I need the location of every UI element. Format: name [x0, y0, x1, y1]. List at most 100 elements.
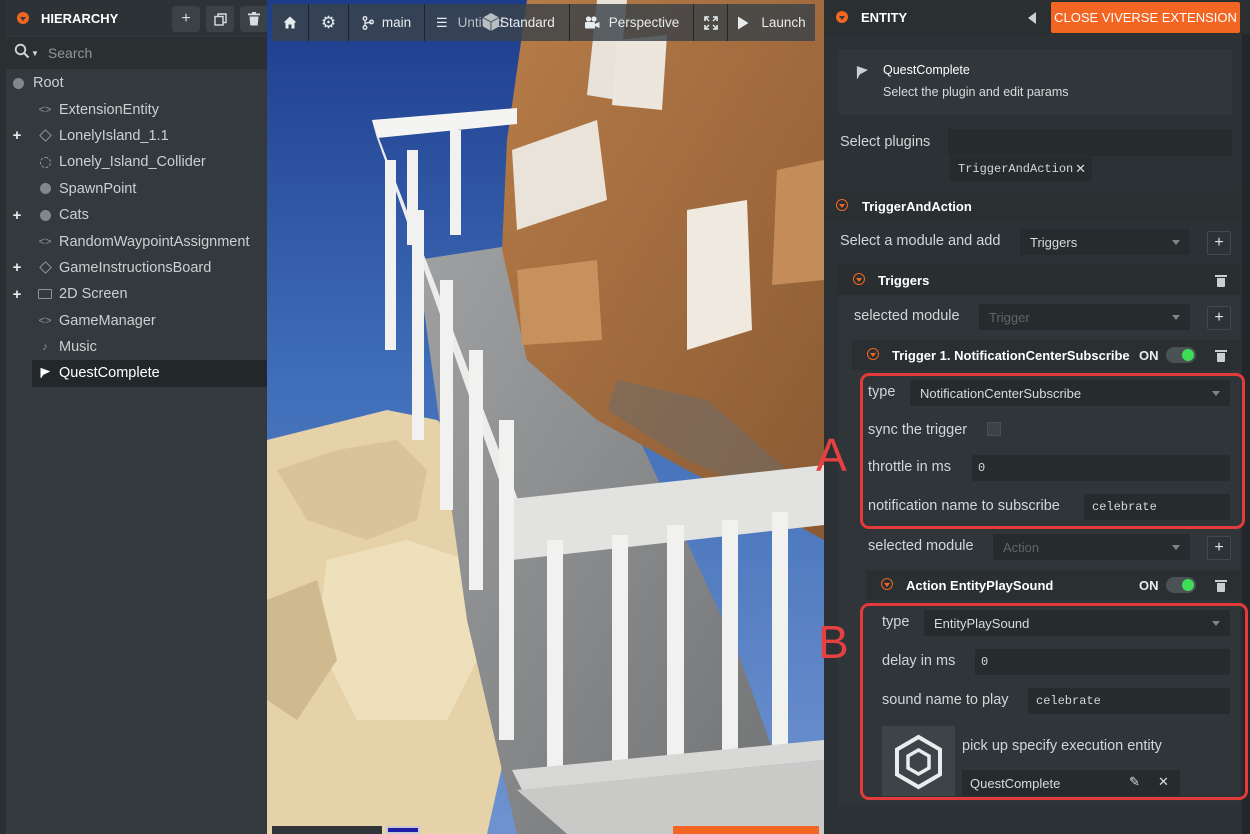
expand-plus-icon[interactable]: + — [10, 127, 24, 144]
tree-item-label: Root — [33, 75, 64, 92]
scene-render — [267, 0, 824, 834]
viewport-bottom-orange-button[interactable] — [673, 826, 819, 834]
module-dropdown-value: Triggers — [1030, 234, 1078, 250]
trigger-on-label: ON — [1139, 348, 1159, 363]
collapse-action-icon[interactable] — [881, 578, 893, 590]
tree-item-label: Cats — [59, 207, 89, 224]
tree-item-gameinstructions[interactable]: + GameInstructionsBoard — [6, 255, 267, 281]
add-entity-button[interactable]: + — [172, 6, 200, 32]
trigger-module-value: Trigger — [989, 309, 1030, 325]
cube-icon — [482, 12, 500, 32]
viewport-bottom-blue-swatch — [386, 826, 420, 834]
triggers-section-header[interactable]: Triggers — [838, 265, 1240, 295]
viewport-toolbar: ⚙ main ☰ Untitled Standard Perspective L… — [272, 4, 815, 41]
add-module-button[interactable]: + — [1207, 231, 1231, 255]
play-icon — [738, 16, 749, 29]
branch-button[interactable]: main — [349, 4, 425, 41]
scene-viewport[interactable] — [267, 0, 824, 834]
entity-info-card: QuestComplete Select the plugin and edit… — [838, 49, 1232, 115]
close-viverse-extension-button[interactable]: CLOSE VIVERSE EXTENSION — [1051, 2, 1240, 33]
launch-button[interactable]: Launch — [728, 4, 815, 41]
plugin-tag[interactable]: TriggerAndAction ✕ — [950, 157, 1092, 181]
trigger-header[interactable]: Trigger 1. NotificationCenterSubscribe O… — [852, 340, 1240, 370]
search-options-caret-icon[interactable]: ▼ — [31, 49, 39, 58]
mode-label: Standard — [500, 15, 555, 30]
tree-item-label: LonelyIsland_1.1 — [59, 127, 169, 144]
plugin-section-header[interactable]: TriggerAndAction — [824, 191, 1240, 221]
search-icon[interactable] — [14, 43, 30, 63]
plus-icon: + — [1214, 539, 1224, 556]
entity-name: QuestComplete — [883, 63, 970, 77]
action-selected-module-label: selected module — [868, 538, 974, 554]
collapse-left-icon[interactable] — [1028, 12, 1036, 24]
plus-icon: + — [1214, 309, 1224, 326]
collapse-panel-icon[interactable] — [836, 11, 848, 23]
fullscreen-button[interactable] — [694, 4, 728, 41]
tree-item-label: Music — [59, 339, 97, 356]
action-module-dropdown[interactable]: Action — [993, 534, 1190, 560]
tree-item-randomwaypoint[interactable]: <> RandomWaypointAssignment — [6, 228, 267, 254]
expand-icon — [703, 15, 718, 30]
tree-item-label: QuestComplete — [59, 365, 160, 382]
camera-label: Perspective — [608, 15, 680, 30]
tree-item-gamemanager[interactable]: <> GameManager — [6, 308, 267, 334]
collapse-section-icon[interactable] — [836, 199, 848, 211]
tree-item-cats[interactable]: + Cats — [6, 202, 267, 228]
trash-icon — [248, 12, 260, 26]
dashed-circle-icon — [38, 155, 52, 169]
circle-icon — [11, 76, 25, 90]
add-trigger-button[interactable]: + — [1207, 306, 1231, 330]
trash-icon[interactable] — [1215, 274, 1227, 287]
trash-icon[interactable] — [1215, 579, 1227, 592]
tree-item-lonelyisland[interactable]: + LonelyIsland_1.1 — [6, 123, 267, 149]
branch-label: main — [381, 15, 412, 30]
remove-tag-icon[interactable]: ✕ — [1075, 161, 1086, 177]
branch-icon — [362, 15, 374, 30]
tree-item-spawnpoint[interactable]: SpawnPoint — [6, 176, 267, 202]
tree-item-root[interactable]: Root — [6, 70, 267, 96]
entity-header: ENTITY CLOSE VIVERSE EXTENSION — [824, 0, 1250, 34]
expand-plus-icon[interactable]: + — [10, 259, 24, 276]
select-module-label: Select a module and add — [840, 233, 1001, 249]
scene-button[interactable]: ☰ Untitled Standard — [425, 4, 570, 41]
annotation-box-b — [860, 603, 1248, 800]
collapse-panel-icon[interactable] — [17, 12, 29, 24]
trigger-enabled-toggle[interactable] — [1166, 347, 1196, 363]
gear-icon: ⚙ — [320, 12, 337, 32]
hierarchy-search: ▼ — [6, 37, 267, 69]
add-action-button[interactable]: + — [1207, 536, 1231, 560]
action-header[interactable]: Action EntityPlaySound ON — [866, 570, 1240, 600]
tree-item-label: SpawnPoint — [59, 180, 137, 197]
tree-item-music[interactable]: ♪ Music — [6, 334, 267, 360]
tree-item-questcomplete[interactable]: QuestComplete — [32, 360, 267, 387]
module-dropdown[interactable]: Triggers — [1020, 229, 1190, 255]
select-plugins-input[interactable] — [948, 129, 1232, 156]
diamond-icon — [38, 129, 52, 143]
collapse-section-icon[interactable] — [853, 273, 865, 285]
action-enabled-toggle[interactable] — [1166, 577, 1196, 593]
tree-item-collider[interactable]: Lonely_Island_Collider — [6, 149, 267, 175]
diamond-icon — [38, 261, 52, 275]
plus-icon: + — [181, 10, 191, 27]
trash-icon[interactable] — [1215, 349, 1227, 362]
select-plugins-label: Select plugins — [840, 134, 931, 150]
delete-entity-button[interactable] — [240, 6, 268, 32]
expand-plus-icon[interactable]: + — [10, 207, 24, 224]
home-button[interactable] — [272, 4, 309, 41]
entity-hint: Select the plugin and edit params — [883, 85, 1069, 99]
action-module-value: Action — [1003, 539, 1040, 555]
tree-item-2dscreen[interactable]: + 2D Screen — [6, 281, 267, 307]
tree-item-label: RandomWaypointAssignment — [59, 233, 250, 250]
tree-item-label: 2D Screen — [59, 286, 128, 303]
code-icon: <> — [38, 235, 52, 248]
tree-item-label: GameInstructionsBoard — [59, 259, 212, 276]
duplicate-entity-button[interactable] — [206, 6, 234, 32]
trigger-module-dropdown[interactable]: Trigger — [979, 304, 1190, 330]
tree-item-extensionentity[interactable]: <> ExtensionEntity — [6, 96, 267, 122]
collapse-trigger-icon[interactable] — [867, 348, 879, 360]
expand-plus-icon[interactable]: + — [10, 286, 24, 303]
flag-icon — [856, 66, 868, 79]
search-input[interactable] — [45, 44, 246, 62]
camera-button[interactable]: Perspective — [570, 4, 694, 41]
settings-button[interactable]: ⚙ — [309, 4, 349, 41]
